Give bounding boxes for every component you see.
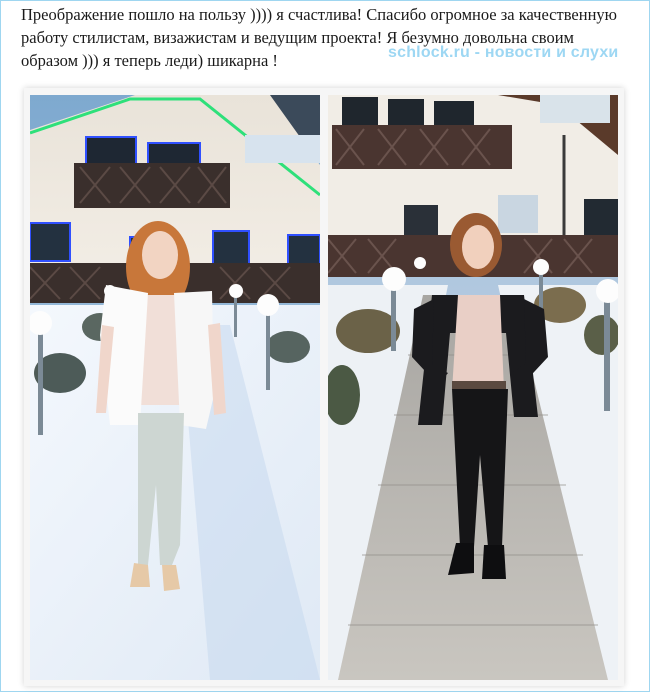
photo-left-image (30, 95, 320, 680)
site-watermark: schlock.ru - новости и слухи (388, 44, 619, 61)
photo-right[interactable] (328, 95, 618, 680)
photo-collage (24, 88, 624, 686)
photo-left[interactable] (30, 95, 320, 680)
photo-right-image (328, 95, 618, 680)
